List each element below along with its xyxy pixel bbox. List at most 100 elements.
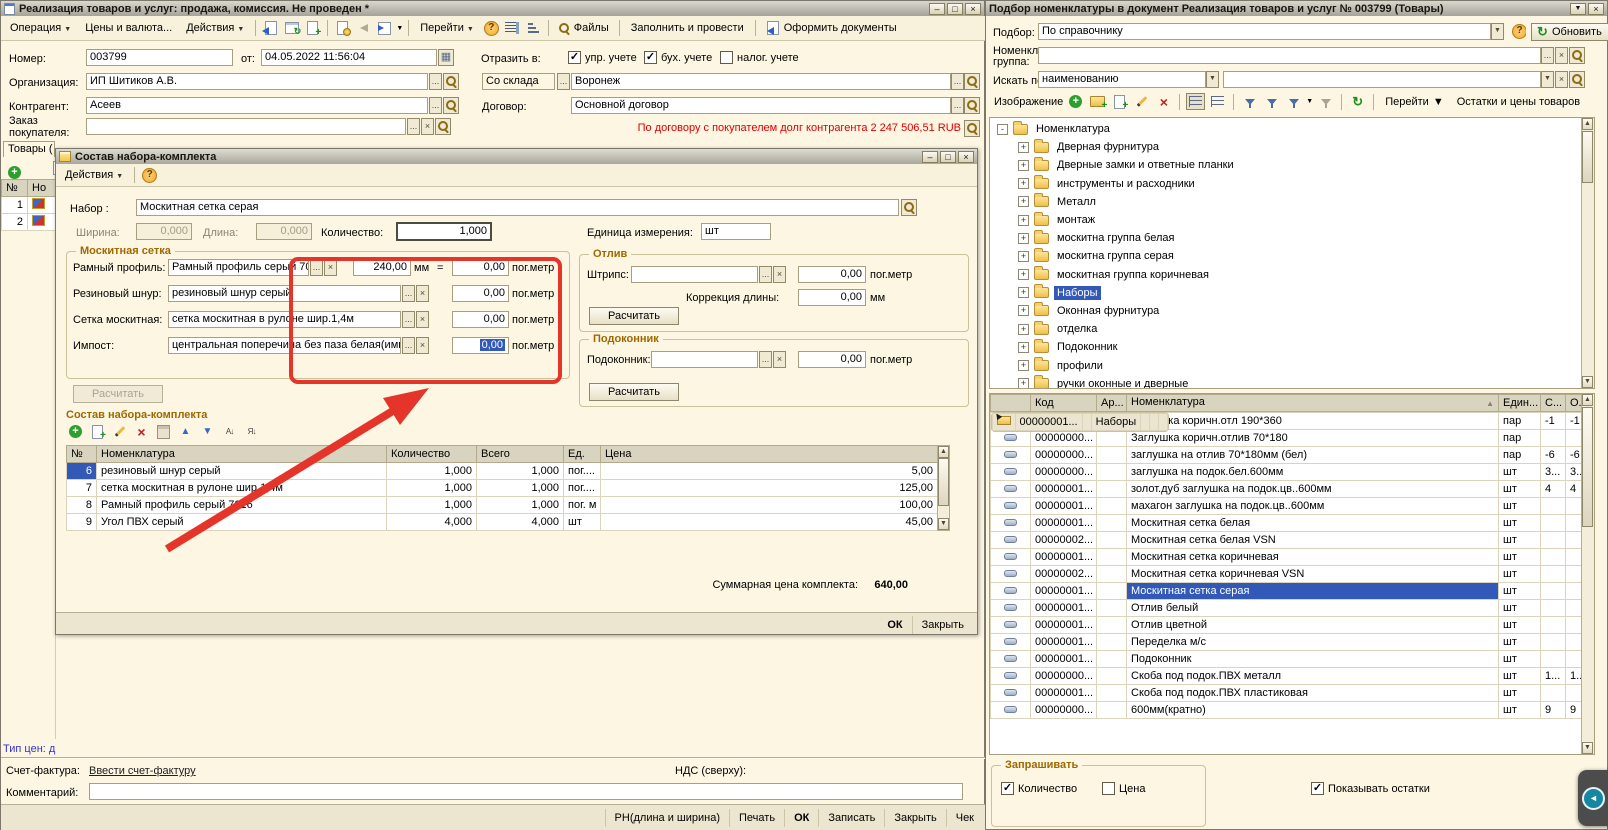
post-document-icon[interactable] [333,20,352,37]
help-icon[interactable] [1510,23,1526,40]
col-header-num[interactable]: № [2,180,28,197]
calendar-icon[interactable]: ▦ [438,49,454,66]
kit-row[interactable]: 9 Угол ПВХ серый 4,000 4,000 шт 45,00 [67,514,938,531]
nomenclature-row[interactable]: 00000001... Переделка м/с шт [991,634,1583,651]
col-header-art[interactable]: Ар... [1097,395,1127,412]
bottom-bar-button[interactable]: Закрыть [884,809,945,827]
kit-row[interactable]: 6 резиновый шнур серый 1,000 1,000 пог..… [67,463,938,480]
bottom-bar-button[interactable]: Записать [818,809,884,827]
chevron-down-icon[interactable]: ▼ [1491,23,1504,40]
frame-profile-mm[interactable]: 240,00 [353,259,411,276]
col-header-o[interactable]: О... [1566,395,1583,412]
checkbox[interactable]: ✓ [644,51,657,64]
prices-currency-button[interactable]: Цены и валюта... [79,19,178,37]
add-row-icon[interactable] [5,164,24,181]
minimize-button[interactable]: – [922,151,938,163]
help-icon[interactable] [140,167,159,184]
bottom-bar-button[interactable]: Чек [946,809,983,827]
nomenclature-row[interactable]: 00000001... Скоба под подок.ПВХ пластико… [991,685,1583,702]
tree-item[interactable]: + Дверные замки и ответные планки [991,156,1579,174]
select-button[interactable]: ... [310,259,323,276]
nomenclature-row[interactable]: 00000001... золот.дуб заглушка на подок.… [991,481,1583,498]
nomenclature-row[interactable]: 00000001... Москитная сетка серая шт [991,583,1583,600]
warehouse-mode-combo[interactable]: Со склада [482,73,555,90]
col-header-code[interactable]: Код [1031,395,1097,412]
nomenclature-group-field[interactable] [1038,47,1541,64]
search-mode-combo[interactable]: наименованию [1038,71,1206,88]
checkbox[interactable]: ✓ [1311,782,1324,795]
chevron-down-icon[interactable]: ▼ [1541,71,1554,88]
tree-item[interactable]: + москитна группа серая [991,247,1579,265]
contractor-field[interactable]: Асеев [86,97,428,114]
open-button[interactable] [435,118,451,135]
tree-expander-icon[interactable]: + [1018,215,1029,226]
tree-item[interactable]: + профили [991,356,1579,374]
tree-expander-icon[interactable]: + [1018,360,1029,371]
create-based-on-icon[interactable] [375,20,394,37]
number-field[interactable]: 003799 [86,49,233,66]
delete-row-icon[interactable] [132,423,151,440]
clear-button[interactable]: × [773,266,786,283]
chevron-down-icon[interactable]: ▼ [396,25,403,32]
open-button[interactable] [1569,47,1585,64]
clear-button[interactable]: × [773,351,786,368]
strip-meters[interactable]: 0,00 [798,266,866,283]
structure-icon[interactable] [524,20,543,37]
goto-menu[interactable]: Перейти▼ [1380,94,1448,110]
checkbox[interactable]: ✓ [568,51,581,64]
move-up-icon[interactable] [176,423,195,440]
col-header-n[interactable]: № [67,446,97,463]
nomenclature-row[interactable]: 00000001... махагон заглушка на подок.цв… [991,498,1583,515]
select-button[interactable]: ... [402,337,415,354]
bottom-bar-button[interactable]: ОК [784,809,818,827]
kit-table-scrollbar[interactable]: ▲ ▼ [937,445,950,531]
select-button[interactable]: ... [429,97,442,114]
operation-menu[interactable]: Операция▼ [4,19,77,37]
write-document-icon[interactable] [261,20,280,37]
bottom-bar-button[interactable]: РН(длина и ширина) [605,809,729,827]
nomenclature-row[interactable]: 00000001... Москитная сетка коричневая ш… [991,549,1583,566]
select-button[interactable]: ... [951,97,964,114]
scroll-down-icon[interactable]: ▼ [938,518,949,530]
tree-expander-icon[interactable]: + [1018,305,1029,316]
ok-button[interactable]: ОК [878,616,911,634]
pin-button[interactable]: ▼ [1570,3,1586,15]
hierarchy-list-icon[interactable] [1208,93,1227,110]
nomenclature-row[interactable]: 00000000... Скоба под подок.ПВХ металл ш… [991,668,1583,685]
open-button[interactable] [964,97,980,114]
pick-mode-combo[interactable]: По справочнику [1038,23,1491,40]
checkbox-mgmt-accounting[interactable]: ✓упр. учете [568,51,637,64]
clear-button[interactable]: × [416,337,429,354]
calc-icon[interactable] [154,423,173,440]
checkbox-tax-accounting[interactable]: налог. учете [720,51,799,64]
rubber-cord-meters[interactable]: 0,00 [452,285,509,302]
tree-item[interactable]: + москитная группа коричневая [991,266,1579,284]
checkbox[interactable]: ✓ [1001,782,1014,795]
select-button[interactable]: ... [759,266,772,283]
tree-expander-icon[interactable]: + [1018,178,1029,189]
maximize-button[interactable]: □ [940,151,956,163]
tree-expander-icon[interactable]: + [1018,142,1029,153]
tree-scrollbar[interactable]: ▲ ▼ [1581,118,1594,388]
chevron-down-icon[interactable]: ▼ [1206,71,1219,88]
select-button[interactable]: ... [557,73,570,90]
nomenclature-row[interactable]: 00000000... заглушка на отлив 70*180мм (… [991,447,1583,464]
calculate-button-sill[interactable]: Расчитать [589,383,679,401]
tree-expander-icon[interactable]: + [1018,324,1029,335]
image-label[interactable]: Изображение [994,96,1063,108]
chevron-down-icon[interactable]: ▼ [1306,98,1313,105]
nomenclature-row[interactable]: 00000002... Москитная сетка коричневая V… [991,566,1583,583]
tree-item[interactable]: + монтаж [991,211,1579,229]
hierarchy-view-icon[interactable] [1186,93,1205,110]
frame-profile-meters[interactable]: 0,00 [452,259,509,276]
refresh-button[interactable]: Обновить [1531,23,1608,41]
close-button[interactable]: × [958,151,974,163]
frame-profile-field[interactable]: Рамный профиль серый 70 [168,259,309,276]
nomenclature-row[interactable]: 00000001... Москитная сетка белая шт [991,515,1583,532]
scroll-thumb[interactable] [1582,407,1593,527]
mesh-field[interactable]: сетка москитная в рулоне шир.1,4м [168,311,401,328]
warehouse-field[interactable]: Воронеж [571,73,951,90]
date-field[interactable]: 04.05.2022 11:56:04 [261,49,437,66]
open-button[interactable] [443,73,459,90]
select-button[interactable]: ... [402,285,415,302]
